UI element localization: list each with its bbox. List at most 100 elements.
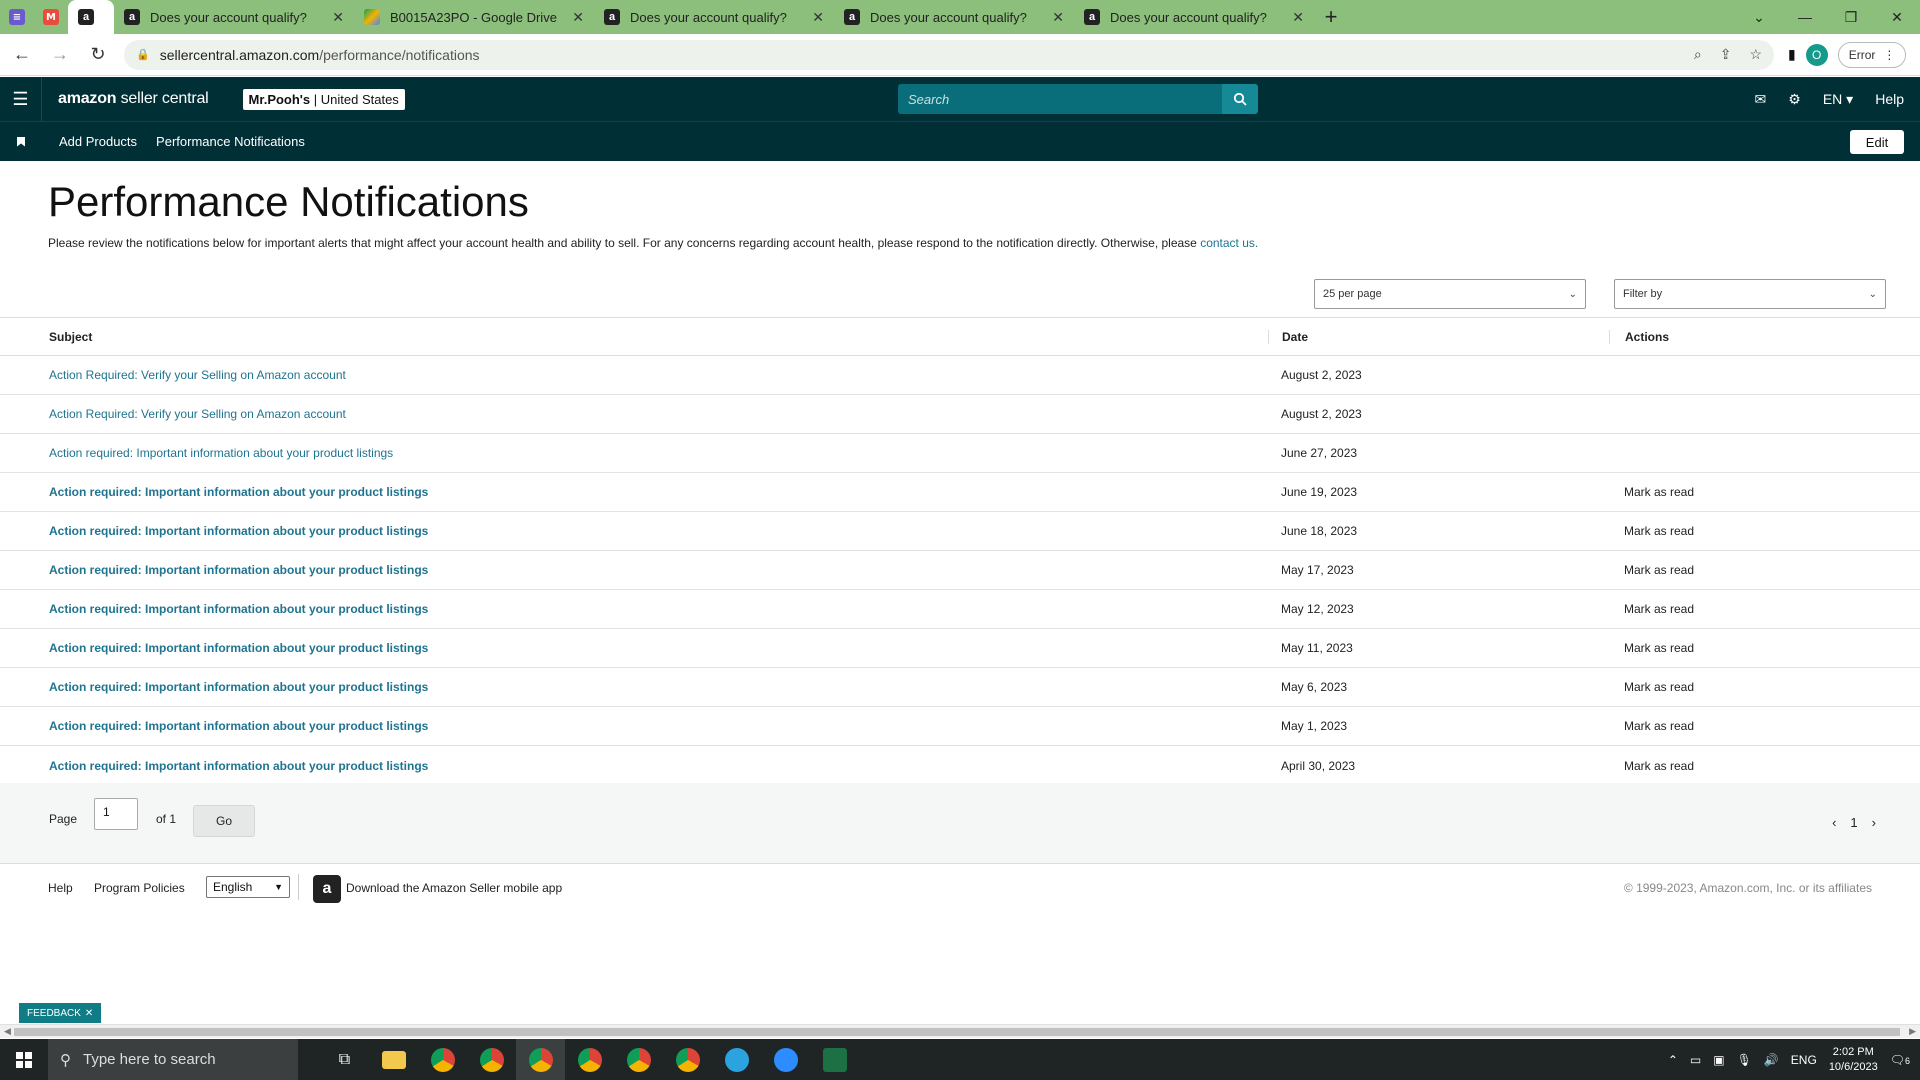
laptop-icon[interactable]: ▭ [1690, 1053, 1701, 1067]
mark-as-read-action[interactable]: Mark as read [1609, 524, 1694, 538]
filter-select[interactable]: Filter by ⌄ [1614, 279, 1886, 309]
mark-as-read-action[interactable]: Mark as read [1609, 680, 1694, 694]
chevron-up-icon[interactable]: ⌃ [1668, 1053, 1678, 1067]
share-icon[interactable]: ⇪ [1720, 46, 1732, 63]
go-button[interactable]: Go [193, 805, 255, 837]
nav-performance-notifications[interactable]: Performance Notifications [156, 134, 305, 149]
close-window-button[interactable]: ✕ [1874, 0, 1920, 34]
notification-subject-link[interactable]: Action required: Important information a… [49, 524, 428, 538]
scrollbar-thumb[interactable] [14, 1028, 1900, 1036]
footer-help-link[interactable]: Help [48, 881, 73, 895]
horizontal-scrollbar[interactable]: ◀ ▶ [0, 1024, 1920, 1038]
file-explorer-icon[interactable] [369, 1039, 418, 1080]
chrome-icon[interactable] [663, 1039, 712, 1080]
footer-language-select[interactable]: English ▼ [206, 876, 290, 898]
notification-subject-link[interactable]: Action required: Important information a… [49, 485, 428, 499]
current-page[interactable]: 1 [1850, 815, 1857, 830]
mark-as-read-action[interactable]: Mark as read [1609, 602, 1694, 616]
minimize-button[interactable]: — [1782, 0, 1828, 34]
zoom-icon[interactable] [761, 1039, 810, 1080]
notification-subject-link[interactable]: Action Required: Verify your Selling on … [49, 407, 346, 421]
page-number-input[interactable]: 1 [94, 798, 138, 830]
pinned-tab-gmail[interactable]: M [34, 0, 68, 34]
mark-as-read-action[interactable]: Mark as read [1609, 563, 1694, 577]
back-button[interactable]: ← [6, 39, 38, 71]
chevron-down-icon[interactable]: ⌄ [1736, 0, 1782, 34]
browser-tab-5[interactable]: a Does your account qualify? ✕ [1074, 0, 1314, 34]
next-page-icon[interactable]: › [1872, 815, 1876, 830]
windows-start-button[interactable] [0, 1039, 48, 1080]
notification-subject-link[interactable]: Action required: Important information a… [49, 719, 428, 733]
close-icon[interactable]: ✕ [85, 1008, 93, 1019]
pinned-tab-forms[interactable]: ≡ [0, 0, 34, 34]
search-button[interactable] [1222, 84, 1258, 114]
mark-as-read-action[interactable]: Mark as read [1609, 485, 1694, 499]
lock-icon[interactable]: 🔒 [136, 48, 150, 61]
notification-subject-link[interactable]: Action Required: Verify your Selling on … [49, 368, 346, 382]
prev-page-icon[interactable]: ‹ [1832, 815, 1836, 830]
close-icon[interactable]: ✕ [1292, 9, 1304, 26]
feedback-button[interactable]: FEEDBACK ✕ [19, 1003, 102, 1023]
edit-button[interactable]: Edit [1850, 130, 1904, 154]
browser-tab-4[interactable]: a Does your account qualify? ✕ [834, 0, 1074, 34]
search-input[interactable]: Search [898, 84, 1222, 114]
help-link[interactable]: Help [1875, 91, 1904, 107]
gear-icon[interactable]: ⚙ [1788, 91, 1801, 108]
star-icon[interactable]: ☆ [1749, 46, 1762, 63]
reload-button[interactable]: ↻ [82, 39, 114, 71]
task-view-icon[interactable]: ⧉ [320, 1039, 369, 1080]
notification-subject-link[interactable]: Action required: Important information a… [49, 563, 428, 577]
chrome-icon[interactable] [467, 1039, 516, 1080]
account-switcher[interactable]: Mr.Pooh's | United States [242, 88, 405, 110]
chrome-icon[interactable] [565, 1039, 614, 1080]
browser-tab-3[interactable]: a Does your account qualify? ✕ [594, 0, 834, 34]
per-page-select[interactable]: 25 per page ⌄ [1314, 279, 1586, 309]
microphone-icon[interactable]: 🎙 [1737, 1053, 1752, 1067]
forward-button[interactable]: → [44, 39, 76, 71]
contact-us-link[interactable]: contact us. [1200, 236, 1258, 250]
chrome-icon[interactable] [516, 1039, 565, 1080]
scroll-left-icon[interactable]: ◀ [4, 1026, 11, 1037]
notification-subject-link[interactable]: Action required: Important information a… [49, 446, 393, 460]
telegram-icon[interactable] [712, 1039, 761, 1080]
notification-subject-link[interactable]: Action required: Important information a… [49, 759, 428, 773]
new-tab-button[interactable]: + [1314, 0, 1348, 34]
close-icon[interactable]: ✕ [332, 9, 344, 26]
download-app-link[interactable]: Download the Amazon Seller mobile app [346, 881, 562, 895]
url-bar[interactable]: 🔒 sellercentral.amazon.com/performance/n… [124, 39, 1774, 70]
volume-icon[interactable]: 🔊 [1764, 1053, 1779, 1067]
mark-as-read-action[interactable]: Mark as read [1609, 759, 1694, 773]
language-selector[interactable]: EN ▾ [1823, 91, 1853, 108]
browser-tab-2[interactable]: B0015A23PO - Google Drive ✕ [354, 0, 594, 34]
nav-add-products[interactable]: Add Products [59, 134, 137, 149]
sidebar-icon[interactable]: ▮ [1788, 46, 1796, 63]
close-icon[interactable]: ✕ [1052, 9, 1064, 26]
notifications-icon[interactable]: 🗨6 [1890, 1053, 1910, 1067]
error-button[interactable]: Error ⋮ [1837, 41, 1907, 68]
footer-policies-link[interactable]: Program Policies [94, 881, 185, 895]
close-icon[interactable]: ✕ [572, 9, 584, 26]
mail-icon[interactable]: ✉ [1755, 91, 1767, 108]
chrome-icon[interactable] [614, 1039, 663, 1080]
input-language[interactable]: ENG [1791, 1053, 1817, 1067]
mark-as-read-action[interactable]: Mark as read [1609, 719, 1694, 733]
scroll-right-icon[interactable]: ▶ [1909, 1026, 1916, 1037]
zoom-icon[interactable]: ⌕ [1694, 46, 1702, 63]
bookmark-icon[interactable] [0, 136, 42, 147]
amazon-app-icon[interactable]: a [313, 875, 341, 903]
seller-central-logo[interactable]: amazon seller central [58, 90, 209, 108]
excel-icon[interactable] [810, 1039, 859, 1080]
notification-subject-link[interactable]: Action required: Important information a… [49, 602, 428, 616]
browser-tab-1[interactable]: a Does your account qualify? ✕ [114, 0, 354, 34]
chrome-icon[interactable] [418, 1039, 467, 1080]
mark-as-read-action[interactable]: Mark as read [1609, 641, 1694, 655]
tab-active-amazon[interactable]: a [68, 0, 114, 34]
camera-icon[interactable]: ▣ [1713, 1053, 1724, 1067]
profile-avatar[interactable]: O [1805, 43, 1828, 66]
taskbar-search[interactable]: ⚲ Type here to search [48, 1039, 298, 1080]
restore-button[interactable]: ❐ [1828, 0, 1874, 34]
taskbar-clock[interactable]: 2:02 PM 10/6/2023 [1829, 1045, 1878, 1075]
notification-subject-link[interactable]: Action required: Important information a… [49, 680, 428, 694]
notification-subject-link[interactable]: Action required: Important information a… [49, 641, 428, 655]
close-icon[interactable]: ✕ [812, 9, 824, 26]
